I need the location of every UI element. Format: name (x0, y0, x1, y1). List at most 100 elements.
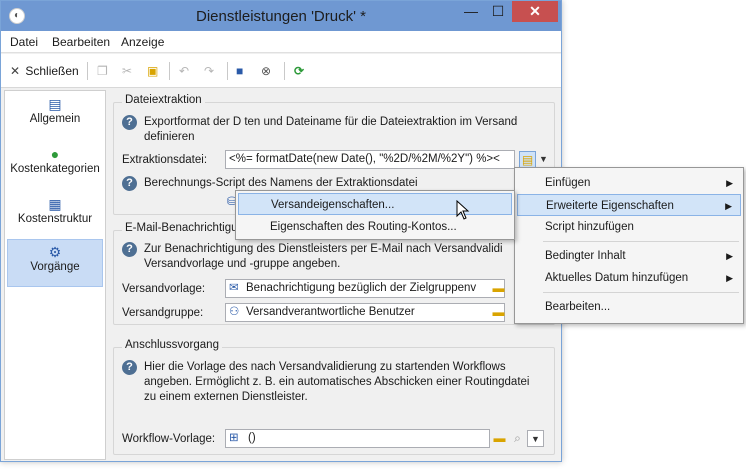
workflow-input[interactable]: ⊞ () (225, 429, 490, 448)
main-content: Dateiextraktion ? Exportformat der D ten… (109, 90, 561, 462)
menu-item-label: Erweiterte Eigenschaften (546, 200, 674, 212)
money-pin-icon: ● (50, 146, 60, 162)
menu-item-bearbeiten[interactable]: Bearbeiten... (517, 296, 741, 318)
menu-item-label: Aktuelles Datum hinzufügen (545, 272, 689, 284)
undo-icon[interactable]: ↶ (179, 62, 189, 80)
sidebar: ▤ Allgemein ● Kostenkategorien ▦ Kostens… (4, 90, 106, 460)
cancel-icon[interactable]: ⊗ (261, 62, 271, 80)
menu-item-versandeigenschaften[interactable]: Versandeigenschaften... (238, 193, 512, 215)
script-help-text: Berechnungs-Script des Namens der Extrak… (144, 177, 418, 189)
refresh-icon[interactable]: ⟳ (294, 62, 304, 80)
maximize-button[interactable]: ☐ (485, 1, 511, 22)
chevron-down-icon[interactable]: ▼ (527, 430, 544, 447)
save-icon[interactable]: ■ (236, 62, 243, 80)
info-icon: ? (122, 242, 137, 257)
menu-datei[interactable]: Datei (10, 35, 38, 49)
title-bar[interactable]: ◐ Dienstleistungen 'Druck' * — ☐ ✕ (1, 1, 561, 31)
folder-icon[interactable]: ▬ (491, 430, 508, 447)
menu-bar: Datei Bearbeiten Anzeige (1, 31, 561, 53)
followup-group: Anschlussvorgang ? Hier die Vorlage des … (113, 339, 555, 455)
sidebar-item-vorgaenge[interactable]: ⚙ Vorgänge (7, 239, 103, 287)
extraction-field-label: Extraktionsdatei: (122, 154, 208, 166)
toolbar-separator (227, 62, 228, 80)
workflow-label: Workflow-Vorlage: (122, 433, 216, 445)
search-icon[interactable]: ⌕ (509, 430, 526, 447)
info-icon: ? (122, 115, 137, 130)
menu-item-routing-konto[interactable]: Eigenschaften des Routing-Kontos... (238, 216, 512, 238)
group-label: Versandgruppe: (122, 307, 204, 319)
sidebar-item-kostenstruktur[interactable]: ▦ Kostenstruktur (7, 195, 103, 241)
template-value: Benachrichtigung bezüglich der Zielgrupp… (246, 282, 477, 294)
menu-item-label: Versandeigenschaften... (271, 199, 395, 211)
chevron-down-icon[interactable]: ▼ (535, 151, 552, 168)
menu-item-label: Bearbeiten... (545, 301, 611, 313)
menu-item-einfuegen[interactable]: Einfügen ▶ (517, 172, 741, 194)
toolbar: ✕ Schließen ❐ ✂ ▣ ↶ ↷ ■ ⊗ ⟳ (1, 54, 561, 88)
submenu: Versandeigenschaften... Eigenschaften de… (235, 190, 515, 240)
email-group-title: E-Mail-Benachrichtigu (122, 222, 241, 234)
menu-separator (543, 292, 739, 293)
clipboard-icon: ▤ (48, 96, 62, 112)
menu-item-bedingter-inhalt[interactable]: Bedingter Inhalt ▶ (517, 245, 741, 267)
submenu-arrow-icon: ▶ (725, 201, 732, 211)
close-x-icon: ✕ (9, 64, 21, 78)
submenu-arrow-icon: ▶ (726, 251, 733, 261)
cut-icon[interactable]: ✂ (122, 62, 132, 80)
followup-help-line2: angeben. Ermöglicht z. B. ein automatisc… (144, 376, 530, 388)
group-value: Versandverantwortliche Benutzer (246, 306, 415, 318)
paste-icon[interactable]: ▣ (147, 62, 158, 80)
sidebar-item-kostenkategorien[interactable]: ● Kostenkategorien (7, 145, 103, 191)
gears-icon: ⚙ (48, 244, 62, 260)
menu-anzeige[interactable]: Anzeige (121, 35, 164, 49)
users-icon: ⚇ (229, 306, 240, 318)
workflow-value: () (248, 432, 256, 444)
menu-item-label: Einfügen (545, 177, 591, 189)
followup-help-line1: Hier die Vorlage des nach Versandvalidie… (144, 361, 506, 373)
sidebar-item-label: Kostenkategorien (10, 163, 100, 175)
redo-icon[interactable]: ↷ (204, 62, 214, 80)
followup-group-title: Anschlussvorgang (122, 339, 222, 351)
submenu-arrow-icon: ▶ (726, 178, 733, 188)
info-icon: ? (122, 360, 137, 375)
extraction-help-line1: Exportformat der D ten und Dateiname für… (144, 116, 518, 128)
template-input[interactable]: ✉ Benachrichtigung bezüglich der Zielgru… (225, 279, 505, 298)
menu-item-label: Script hinzufügen (545, 221, 634, 233)
folder-icon[interactable]: ▬ (490, 304, 507, 321)
email-group: E-Mail-Benachrichtigu ? Zur Benachrichti… (113, 222, 555, 325)
email-help-line2: Versandvorlage und -gruppe angeben. (144, 258, 341, 270)
group-input[interactable]: ⚇ Versandverantwortliche Benutzer (225, 303, 505, 322)
folder-icon[interactable]: ▬ (490, 280, 507, 297)
toolbar-separator (284, 62, 285, 80)
minimize-button[interactable]: — (458, 1, 484, 22)
copy-icon[interactable]: ❐ (97, 62, 108, 80)
menu-item-erweiterte-eigenschaften[interactable]: Erweiterte Eigenschaften ▶ (517, 194, 741, 216)
workflow-icon: ⊞ (229, 432, 239, 444)
info-icon: ? (122, 176, 137, 191)
extraction-help-line2: definieren (144, 131, 195, 143)
extraction-file-input[interactable]: <%= formatDate(new Date(), "%2D/%2M/%2Y"… (225, 150, 515, 169)
envelope-icon: ✉ (229, 282, 239, 294)
close-button[interactable]: ✕ Schließen (8, 62, 79, 80)
mouse-cursor-icon (456, 200, 470, 220)
context-menu: Einfügen ▶ Erweiterte Eigenschaften ▶ Sc… (514, 167, 744, 324)
submenu-arrow-icon: ▶ (726, 273, 733, 283)
toolbar-separator (87, 62, 88, 80)
menu-item-label: Eigenschaften des Routing-Kontos... (270, 221, 457, 233)
email-help-line1: Zur Benachrichtigung des Dienstleisters … (144, 243, 503, 255)
menu-item-label: Bedingter Inhalt (545, 250, 626, 262)
template-label: Versandvorlage: (122, 283, 206, 295)
extraction-group-title: Dateiextraktion (122, 94, 205, 106)
menu-item-script-hinzufuegen[interactable]: Script hinzufügen (517, 216, 741, 238)
menu-item-aktuelles-datum[interactable]: Aktuelles Datum hinzufügen ▶ (517, 267, 741, 289)
close-window-button[interactable]: ✕ (512, 1, 558, 22)
menu-bearbeiten[interactable]: Bearbeiten (52, 35, 110, 49)
sidebar-item-allgemein[interactable]: ▤ Allgemein (7, 95, 103, 141)
followup-help-line3: zu einem externen Dienstleister. (144, 391, 308, 403)
sidebar-item-label: Allgemein (29, 113, 81, 125)
table-icon: ▦ (48, 196, 62, 212)
toolbar-separator (169, 62, 170, 80)
insert-menu-icon[interactable]: ▤ (519, 151, 536, 168)
sidebar-item-label: Vorgänge (30, 261, 80, 273)
menu-separator (543, 241, 739, 242)
close-button-label: Schließen (25, 64, 79, 78)
